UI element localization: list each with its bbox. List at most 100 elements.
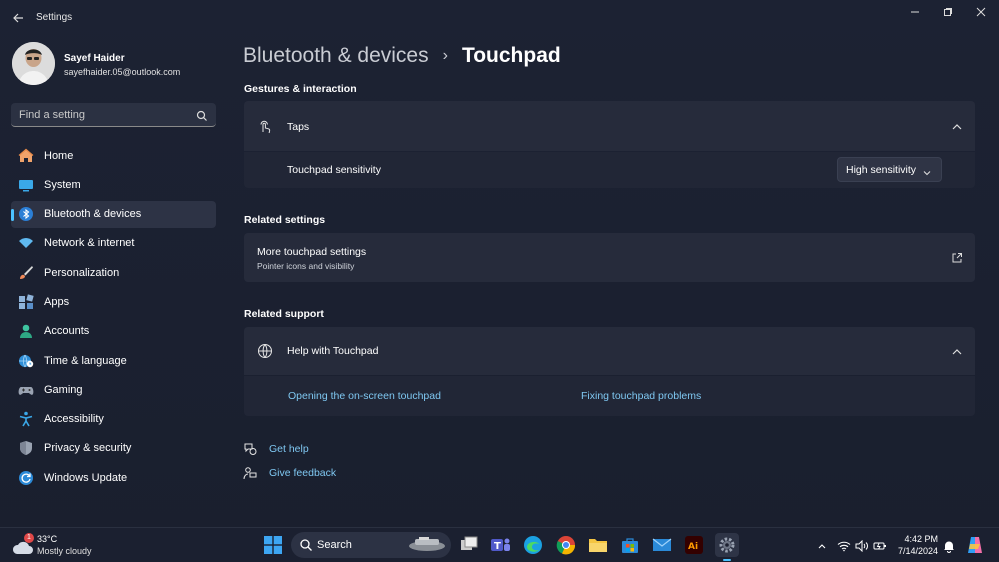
chrome-browser-icon <box>556 536 576 555</box>
sidebar-item-label: Time & language <box>44 354 127 367</box>
help-touchpad-expander[interactable]: Help with Touchpad <box>244 327 975 375</box>
windows-logo-icon <box>264 536 282 554</box>
tap-gesture-icon <box>257 118 273 134</box>
copilot-button[interactable] <box>963 533 987 557</box>
user-email: sayefhaider.05@outlook.com <box>64 67 181 77</box>
user-profile[interactable]: Sayef Haider sayefhaider.05@outlook.com <box>12 42 222 88</box>
sidebar-item-privacy[interactable]: Privacy & security <box>11 435 216 462</box>
sidebar-item-personalization[interactable]: Personalization <box>11 259 216 286</box>
illustrator-icon: Ai <box>685 536 703 554</box>
more-touchpad-settings-link[interactable]: More touchpad settings Pointer icons and… <box>244 233 975 282</box>
folder-icon <box>589 539 607 552</box>
system-icon <box>18 177 34 193</box>
more-touchpad-settings-title: More touchpad settings <box>257 246 367 258</box>
sensitivity-dropdown[interactable]: High sensitivity <box>837 157 942 182</box>
help-links-row: Opening the on-screen touchpad Fixing to… <box>244 376 975 416</box>
breadcrumb-parent[interactable]: Bluetooth & devices <box>243 44 429 68</box>
bell-icon <box>944 541 954 553</box>
maximize-button[interactable] <box>937 4 959 20</box>
link-onscreen-touchpad[interactable]: Opening the on-screen touchpad <box>288 390 441 402</box>
breadcrumb: Bluetooth & devices › Touchpad <box>243 42 561 70</box>
sidebar-nav: Home System Bluetooth & devices Network … <box>11 142 216 494</box>
file-explorer-button[interactable] <box>586 533 610 557</box>
get-help-label: Get help <box>269 443 309 455</box>
back-arrow-icon <box>13 13 23 23</box>
settings-search[interactable] <box>11 103 216 127</box>
svg-text:Ai: Ai <box>688 542 698 552</box>
battery-tray-button[interactable] <box>873 539 887 553</box>
shield-icon <box>18 440 34 456</box>
settings-app-button[interactable] <box>715 533 739 561</box>
feedback-icon <box>243 467 257 480</box>
chevron-up-icon <box>818 544 826 549</box>
user-name: Sayef Haider <box>64 53 125 64</box>
sidebar-item-label: Privacy & security <box>44 442 132 455</box>
store-app-button[interactable] <box>618 533 642 557</box>
sidebar-item-label: Gaming <box>44 383 83 396</box>
svg-text:T: T <box>494 541 501 552</box>
sidebar-item-apps[interactable]: Apps <box>11 288 216 315</box>
search-icon[interactable] <box>196 109 208 121</box>
edge-browser-icon <box>524 536 542 554</box>
weather-widget[interactable]: 1 33°C Mostly cloudy <box>12 532 122 560</box>
task-view-button[interactable] <box>457 533 481 557</box>
mail-app-button[interactable] <box>650 533 674 557</box>
start-button[interactable] <box>261 533 285 557</box>
sensitivity-value: High sensitivity <box>846 164 917 176</box>
person-icon <box>18 323 34 339</box>
close-button[interactable] <box>970 4 992 20</box>
sidebar-item-windows-update[interactable]: Windows Update <box>11 464 216 491</box>
sidebar-item-gaming[interactable]: Gaming <box>11 376 216 403</box>
link-fix-touchpad[interactable]: Fixing touchpad problems <box>581 390 701 402</box>
avatar <box>12 42 55 85</box>
search-input[interactable] <box>19 107 189 123</box>
restore-icon <box>944 8 952 16</box>
minimize-icon <box>911 11 919 13</box>
accessibility-icon <box>18 411 34 427</box>
chevron-up-icon[interactable] <box>951 345 963 357</box>
chrome-app-button[interactable] <box>554 533 578 557</box>
clock-time[interactable]: 4:42 PM <box>904 534 938 544</box>
sidebar-item-system[interactable]: System <box>11 171 216 198</box>
network-tray-button[interactable] <box>837 539 851 553</box>
home-icon <box>18 148 34 164</box>
sidebar-item-bluetooth[interactable]: Bluetooth & devices <box>11 200 216 228</box>
app-title: Settings <box>36 12 73 23</box>
back-button[interactable] <box>8 8 28 28</box>
wifi-icon <box>837 541 851 552</box>
taps-label: Taps <box>287 121 310 133</box>
gear-icon <box>719 537 735 553</box>
clock-date[interactable]: 7/14/2024 <box>898 546 938 556</box>
taskbar-search[interactable]: Search <box>291 532 451 558</box>
gamepad-icon <box>18 382 34 398</box>
sidebar-item-home[interactable]: Home <box>11 142 216 169</box>
weather-temp: 33°C <box>37 534 58 544</box>
edge-app-button[interactable] <box>521 533 545 557</box>
volume-tray-button[interactable] <box>855 539 869 553</box>
illustrator-app-button[interactable]: Ai <box>682 533 706 557</box>
give-feedback-label: Give feedback <box>269 467 337 479</box>
taps-expander[interactable]: Taps <box>244 101 975 151</box>
sidebar-item-label: Bluetooth & devices <box>44 208 142 221</box>
close-icon <box>976 7 986 17</box>
sidebar-item-label: Windows Update <box>44 471 128 484</box>
get-help-link[interactable]: Get help <box>243 441 309 457</box>
brush-icon <box>18 265 34 281</box>
show-hidden-icons-button[interactable] <box>815 539 829 553</box>
wifi-icon <box>18 235 34 251</box>
sidebar-item-label: Network & internet <box>44 237 135 250</box>
help-touchpad-label: Help with Touchpad <box>287 345 379 357</box>
minimize-button[interactable] <box>904 4 926 20</box>
notifications-button[interactable] <box>942 539 956 553</box>
give-feedback-link[interactable]: Give feedback <box>243 465 336 481</box>
sidebar-item-time-language[interactable]: Time & language <box>11 347 216 374</box>
sidebar-item-label: Apps <box>44 295 70 308</box>
chevron-down-icon <box>922 165 932 176</box>
page-title: Touchpad <box>461 44 561 67</box>
chevron-up-icon[interactable] <box>951 120 963 132</box>
sidebar-item-network[interactable]: Network & internet <box>11 230 216 257</box>
sensitivity-label: Touchpad sensitivity <box>287 164 381 176</box>
sidebar-item-accessibility[interactable]: Accessibility <box>11 406 216 433</box>
sidebar-item-accounts[interactable]: Accounts <box>11 318 216 345</box>
teams-app-button[interactable]: T <box>489 533 513 557</box>
